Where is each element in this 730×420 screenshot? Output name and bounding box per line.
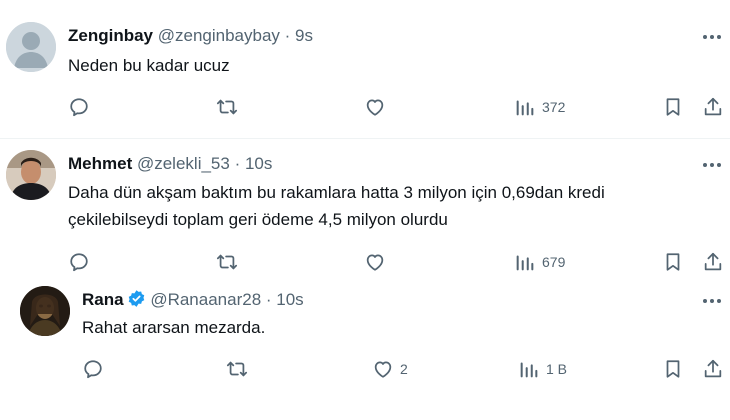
tweet-text-line: çekilebilseydi toplam geri ödeme 4,5 mil… <box>68 210 448 229</box>
tweet-text-line: Neden bu kadar ucuz <box>68 56 230 75</box>
retweet-button[interactable] <box>226 356 248 382</box>
retweet-button[interactable] <box>216 94 238 120</box>
like-button[interactable] <box>364 249 392 275</box>
tweet-header: Zenginbay @zenginbaybay · 9s <box>68 25 313 47</box>
handle[interactable]: @zenginbaybay <box>158 26 280 45</box>
bookmark-icon <box>666 98 680 116</box>
action-bar: 679 <box>0 249 730 275</box>
share-button[interactable] <box>702 94 724 120</box>
retweet-icon <box>226 361 248 377</box>
handle[interactable]: @zelekli_53 <box>137 154 230 173</box>
views-icon <box>516 255 534 271</box>
display-name[interactable]: Zenginbay <box>68 26 153 45</box>
profile-photo-icon <box>20 286 70 336</box>
action-bar: 372 <box>0 94 730 120</box>
view-count: 372 <box>542 99 566 115</box>
share-button[interactable] <box>702 249 724 275</box>
tweet-text: Daha dün akşam baktım bu rakamlara hatta… <box>68 179 605 233</box>
bookmark-icon <box>666 253 680 271</box>
like-button[interactable] <box>364 94 392 120</box>
reply-icon <box>70 98 88 117</box>
view-count: 679 <box>542 254 566 270</box>
action-bar: 2 1 B <box>0 356 730 382</box>
tweet-text-line: Rahat ararsan mezarda. <box>82 318 266 337</box>
timestamp[interactable]: · 10s <box>266 290 304 309</box>
share-button[interactable] <box>702 356 724 382</box>
display-name[interactable]: Mehmet <box>68 154 132 173</box>
display-name[interactable]: Rana <box>82 290 124 309</box>
avatar[interactable] <box>6 150 56 200</box>
like-icon <box>366 254 384 271</box>
tweet[interactable]: Zenginbay @zenginbaybay · 9s Neden bu ka… <box>0 0 730 138</box>
like-icon <box>366 99 384 116</box>
reply-icon <box>70 253 88 272</box>
timestamp[interactable]: · 9s <box>285 26 313 45</box>
views-icon <box>520 362 538 378</box>
like-icon <box>374 361 392 378</box>
reply-button[interactable] <box>68 94 90 120</box>
views-icon <box>516 100 534 116</box>
bookmark-icon <box>666 360 680 378</box>
profile-photo-icon <box>6 150 56 200</box>
views-button[interactable]: 1 B <box>518 356 567 382</box>
tweet-header: Mehmet @zelekli_53 · 10s <box>68 153 272 175</box>
reply-button[interactable] <box>82 356 104 382</box>
reply-icon <box>84 360 102 379</box>
retweet-button[interactable] <box>216 249 238 275</box>
reply-button[interactable] <box>68 249 90 275</box>
view-count: 1 B <box>546 361 568 377</box>
tweet-reply[interactable]: Rana @Ranaanar28 · 10s Rahat ararsan mez… <box>0 282 730 420</box>
timestamp[interactable]: · 10s <box>235 154 273 173</box>
tweet-text: Neden bu kadar ucuz <box>68 52 230 79</box>
bookmark-button[interactable] <box>662 94 684 120</box>
more-icon[interactable] <box>699 154 725 176</box>
like-count: 2 <box>400 361 408 377</box>
retweet-icon <box>216 254 238 270</box>
share-icon <box>704 359 722 378</box>
views-button[interactable]: 372 <box>514 94 565 120</box>
retweet-icon <box>216 99 238 115</box>
tweet[interactable]: Mehmet @zelekli_53 · 10s Daha dün akşam … <box>0 139 730 282</box>
views-button[interactable]: 679 <box>514 249 565 275</box>
avatar[interactable] <box>20 286 70 336</box>
share-icon <box>704 252 722 271</box>
share-icon <box>704 97 722 116</box>
tweet-header: Rana @Ranaanar28 · 10s <box>82 289 304 311</box>
more-icon[interactable] <box>699 290 725 312</box>
tweet-text: Rahat ararsan mezarda. <box>82 314 265 341</box>
like-button[interactable]: 2 <box>372 356 408 382</box>
avatar[interactable] <box>6 22 56 72</box>
more-icon[interactable] <box>699 26 725 48</box>
default-avatar-icon <box>6 22 56 72</box>
bookmark-button[interactable] <box>662 249 684 275</box>
verified-badge-icon[interactable] <box>127 289 146 308</box>
bookmark-button[interactable] <box>662 356 684 382</box>
handle[interactable]: @Ranaanar28 <box>150 290 261 309</box>
tweet-text-line: Daha dün akşam baktım bu rakamlara hatta… <box>68 183 605 202</box>
